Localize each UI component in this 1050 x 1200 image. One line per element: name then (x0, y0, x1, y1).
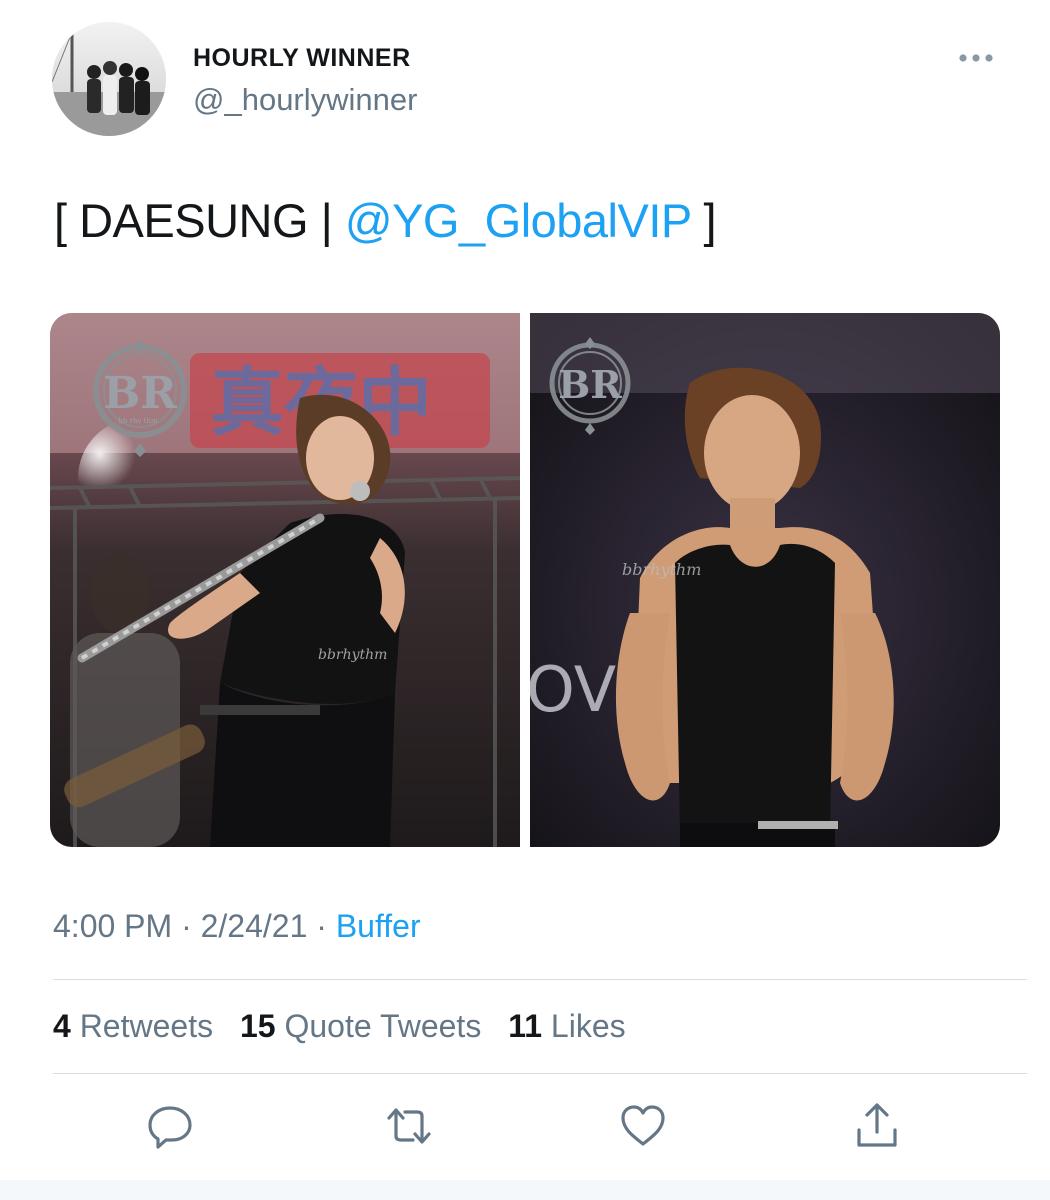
tweet-time[interactable]: 4:00 PM (53, 908, 172, 944)
retweets-stat[interactable]: 4 Retweets (53, 1008, 213, 1044)
tweet-text-suffix: ] (690, 194, 717, 247)
media-grid: 真夜中 BR (50, 313, 1000, 847)
mention-link[interactable]: @YG_GlobalVIP (345, 194, 692, 247)
likes-count: 11 (508, 1008, 543, 1044)
tweet-stats: 4 Retweets 15 Quote Tweets 11 Likes (53, 1008, 644, 1045)
likes-label: Likes (550, 1008, 626, 1044)
quote-tweets-count: 15 (239, 1008, 276, 1044)
logo-small-text: bb rhy thm (118, 417, 158, 425)
retweet-icon[interactable] (383, 1100, 435, 1152)
tweet-source-link[interactable]: Buffer (336, 908, 421, 944)
more-options-icon[interactable] (956, 44, 996, 72)
meta-separator: · (172, 908, 201, 944)
avatar[interactable] (52, 22, 166, 136)
share-icon[interactable] (851, 1100, 903, 1152)
quote-tweets-stat[interactable]: 15 Quote Tweets (240, 1008, 481, 1044)
tweet-date[interactable]: 2/24/21 (201, 908, 308, 944)
photo-watermark: bbrhythm (622, 560, 701, 579)
like-icon[interactable] (617, 1100, 669, 1152)
retweets-label: Retweets (79, 1008, 214, 1044)
tweet-text: [ DAESUNG | @YG_GlobalVIP ] (54, 193, 717, 248)
retweets-count: 4 (53, 1008, 71, 1044)
tweet-meta: 4:00 PM · 2/24/21 · Buffer (53, 908, 421, 945)
photo-watermark: bbrhythm (318, 647, 387, 663)
logo-letters: BR (103, 368, 177, 419)
photo-right[interactable]: OV BR bbrhythm (530, 313, 1000, 847)
user-handle[interactable]: @_hourlywinner (193, 82, 417, 118)
tweet-text-prefix: [ DAESUNG | (54, 194, 345, 247)
reply-icon[interactable] (144, 1100, 196, 1152)
divider (53, 1073, 1027, 1074)
meta-separator: · (307, 908, 336, 944)
divider (53, 979, 1027, 980)
background-text: OV (530, 653, 616, 726)
logo-letters: BR (558, 362, 622, 407)
quote-tweets-label: Quote Tweets (284, 1008, 482, 1044)
photo-left[interactable]: 真夜中 BR (50, 313, 520, 847)
likes-stat[interactable]: 11 Likes (508, 1008, 625, 1044)
bottom-bar (0, 1180, 1050, 1200)
display-name[interactable]: HOURLY WINNER (193, 44, 411, 73)
action-bar (0, 1100, 1050, 1160)
